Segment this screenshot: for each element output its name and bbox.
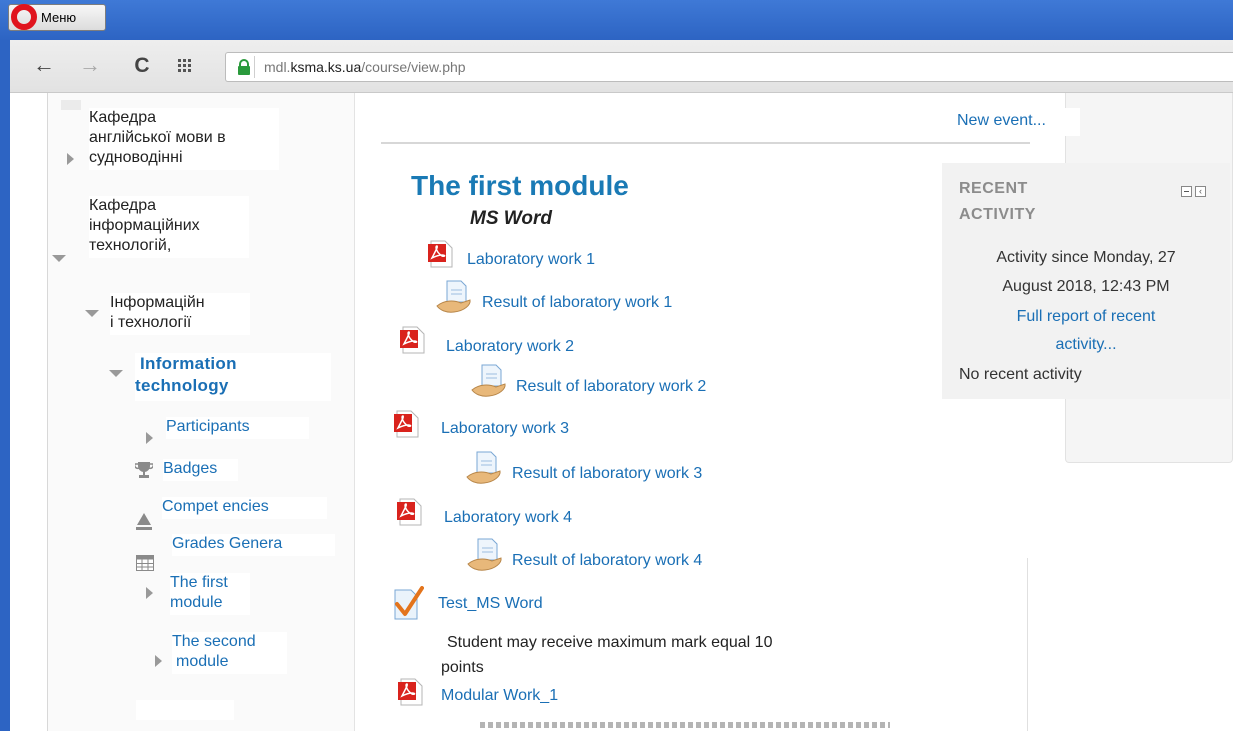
nav-badges[interactable]: Badges (163, 459, 238, 481)
nav-course-line-1: Information (140, 354, 237, 373)
nav-dept-english[interactable]: Кафедра англійської мови в судноводінні (89, 108, 279, 170)
nav-second-module[interactable]: The second module (172, 632, 287, 674)
address-bar[interactable]: mdl.ksma.ks.ua/course/view.php (225, 52, 1233, 82)
result-lab-3-link[interactable]: Result of laboratory work 3 (512, 465, 702, 483)
browser-toolbar: ← → C mdl.ksma.ks.ua/course/view.php (10, 40, 1233, 93)
no-recent-activity: No recent activity (959, 366, 1082, 383)
full-report-line-2: activity... (1055, 336, 1117, 353)
quiz-check-icon (392, 586, 424, 620)
nav-first-module-line-2: module (170, 594, 223, 611)
full-report-link[interactable]: Full report of recent activity... (942, 303, 1230, 359)
nav-dept-it[interactable]: Кафедра інформаційних технологій, (89, 196, 249, 258)
module-subtitle: MS Word (470, 208, 552, 229)
pdf-file-icon (428, 240, 454, 268)
activity-since-text: Activity since Monday, 27 August 2018, 1… (942, 243, 1230, 301)
section-divider (381, 142, 1030, 144)
table-grid-icon (136, 555, 154, 571)
window-left-border (0, 40, 10, 731)
nav-competencies[interactable]: Compet encies (162, 497, 327, 519)
url-text[interactable]: mdl.ksma.ks.ua/course/view.php (264, 59, 466, 75)
assignment-result-icon (436, 280, 472, 314)
nav-second-module-line-1: The second (172, 633, 256, 650)
url-path: /course/view.php (361, 59, 466, 75)
url-prefix: mdl. (264, 59, 291, 75)
pdf-file-icon (398, 678, 424, 706)
expand-arrow-icon[interactable] (155, 655, 162, 667)
nav-second-module-line-2: module (176, 653, 229, 670)
address-divider (254, 56, 255, 78)
browser-titlebar: Меню (0, 0, 1233, 40)
url-host: ksma.ks.ua (290, 59, 362, 75)
expand-arrow-icon[interactable] (146, 432, 153, 444)
assignment-result-icon (467, 538, 503, 572)
recent-title-line-2: ACTIVITY (959, 206, 1036, 223)
activity-since-line-1: Activity since Monday, 27 (996, 249, 1176, 266)
nav-gray-bar (61, 100, 81, 110)
nav-participants[interactable]: Participants (166, 417, 309, 439)
lab-work-1-link[interactable]: Laboratory work 1 (467, 251, 595, 269)
nav-blank-row (136, 700, 234, 720)
menu-label: Меню (41, 10, 77, 25)
activity-since-line-2: August 2018, 12:43 PM (1002, 278, 1170, 295)
nav-subject[interactable]: Інформаційн і технології (110, 293, 250, 335)
expand-arrow-icon[interactable] (146, 587, 153, 599)
expand-arrow-icon[interactable] (67, 153, 74, 165)
pdf-file-icon (397, 498, 423, 526)
recent-activity-block: RECENT ACTIVITY ‹ Activity since Monday,… (942, 163, 1230, 399)
minimize-block-icon[interactable] (1181, 186, 1192, 197)
recent-title-line-1: RECENT (959, 180, 1028, 197)
clipped-text-line (480, 722, 890, 728)
nav-dept-it-line-3: технологій, (89, 237, 172, 254)
trophy-icon (133, 460, 155, 480)
nav-subject-line-2: і технології (110, 314, 192, 331)
nav-subject-line-1: Інформаційн (110, 294, 205, 311)
pdf-file-icon (400, 326, 426, 354)
speed-dial-grid-icon[interactable] (178, 59, 192, 73)
nav-course-current[interactable]: Information technology (135, 353, 331, 401)
test-description-line-1: Student may receive maximum mark equal 1… (447, 634, 773, 651)
nav-dept-english-line-3: судноводінні (89, 149, 183, 166)
nav-dept-it-line-2: інформаційних (89, 217, 200, 234)
result-lab-4-link[interactable]: Result of laboratory work 4 (512, 552, 702, 570)
lab-work-2-link[interactable]: Laboratory work 2 (446, 338, 574, 356)
right-empty-block (1027, 558, 1233, 731)
result-lab-1-link[interactable]: Result of laboratory work 1 (482, 294, 672, 312)
assignment-result-icon (466, 451, 502, 485)
collapse-arrow-icon[interactable] (52, 255, 66, 262)
test-description: Student may receive maximum mark equal 1… (441, 630, 772, 680)
nav-dept-english-line-2: англійської мови в (89, 129, 226, 146)
lock-icon (236, 59, 252, 75)
forward-arrow-icon[interactable]: → (78, 54, 102, 76)
reload-icon[interactable]: C (130, 55, 154, 77)
competencies-icon (136, 513, 152, 531)
collapse-arrow-icon[interactable] (85, 310, 99, 317)
opera-logo-icon (11, 4, 37, 30)
assignment-result-icon (471, 364, 507, 398)
lab-work-3-link[interactable]: Laboratory work 3 (441, 420, 569, 438)
nav-first-module[interactable]: The first module (170, 573, 250, 615)
back-arrow-icon[interactable]: ← (32, 54, 56, 76)
modular-work-1-link[interactable]: Modular Work_1 (441, 687, 558, 705)
dock-block-icon[interactable]: ‹ (1195, 186, 1206, 197)
pdf-file-icon (394, 410, 420, 438)
test-ms-word-link[interactable]: Test_MS Word (438, 595, 543, 613)
lab-work-4-link[interactable]: Laboratory work 4 (444, 509, 572, 527)
result-lab-2-link[interactable]: Result of laboratory work 2 (516, 378, 706, 396)
nav-first-module-line-1: The first (170, 574, 228, 591)
opera-menu-button[interactable]: Меню (8, 4, 106, 31)
full-report-line-1: Full report of recent (1016, 308, 1156, 325)
recent-activity-title: RECENT ACTIVITY (959, 176, 1036, 228)
collapse-arrow-icon[interactable] (109, 370, 123, 377)
nav-dept-english-line-1: Кафедра (89, 109, 157, 126)
module-title: The first module (411, 170, 629, 201)
nav-dept-it-line-1: Кафедра (89, 197, 157, 214)
nav-grades[interactable]: Grades Genera (172, 534, 335, 556)
test-description-line-2: points (441, 659, 484, 676)
new-event-link[interactable]: New event... (935, 108, 1080, 136)
nav-course-line-2: technology (135, 376, 229, 395)
